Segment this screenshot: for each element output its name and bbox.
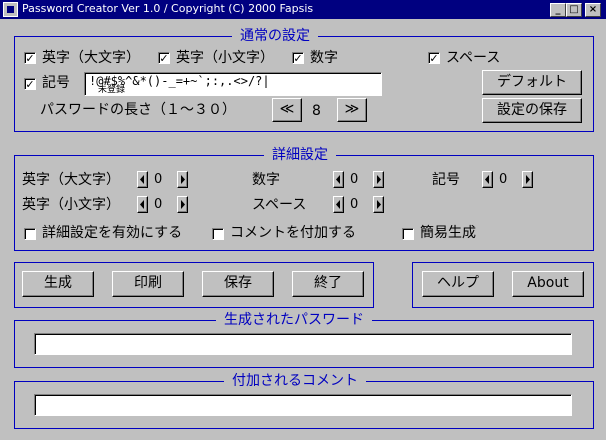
symbol-input[interactable]: !@#$%^&*()-_=+~`;:,.<>/?| 未登録 [84,72,382,96]
space-label: スペース [446,50,501,66]
window-title: Password Creator Ver 1.0 / Copyright (C)… [22,2,314,15]
add-comment-label: コメントを付加する [230,225,356,241]
simple-generate-label: 簡易生成 [420,225,476,241]
detail-space-label: スペース [252,197,307,213]
detail-lower-value: 0 [154,197,163,212]
digits-checkbox[interactable]: ✓ [292,52,304,64]
detail-settings-title: 詳細設定 [264,147,336,163]
normal-settings-title: 通常の設定 [232,28,318,44]
upper-label: 英字（大文字） [42,50,140,66]
detail-lower-label: 英字（小文字） [22,197,120,213]
right-arrow-icon [526,175,530,184]
upper-checkbox[interactable]: ✓ [24,52,36,64]
detail-upper-label: 英字（大文字） [22,172,120,188]
detail-digits-increase[interactable] [373,171,384,188]
enable-detail-checkbox[interactable] [24,228,36,240]
about-button[interactable]: About [512,271,584,297]
add-comment-checkbox[interactable] [212,228,224,240]
exit-button[interactable]: 終了 [292,271,364,297]
comment-field[interactable] [34,394,572,416]
right-arrow-icon [377,175,381,184]
minimize-button[interactable]: _ [550,3,566,17]
detail-lower-decrease[interactable] [137,196,148,213]
maximize-button[interactable]: □ [566,3,582,17]
detail-symbol-label: 記号 [432,172,460,188]
detail-symbol-decrease[interactable] [482,171,493,188]
symbol-checkbox[interactable]: ✓ [24,78,36,90]
app-icon [3,2,18,17]
left-arrow-icon [140,200,144,209]
detail-symbol-value: 0 [499,172,508,187]
digits-label: 数字 [310,50,338,66]
detail-digits-label: 数字 [252,172,280,188]
detail-space-decrease[interactable] [333,196,344,213]
right-arrow-icon [377,200,381,209]
right-arrow-icon [181,200,185,209]
left-arrow-icon [485,175,489,184]
left-arrow-icon [336,200,340,209]
detail-digits-value: 0 [350,172,359,187]
detail-upper-increase[interactable] [177,171,188,188]
length-label: パスワードの長さ（１～３０） [40,102,236,118]
length-decrease-button[interactable]: ≪ [272,98,302,122]
length-value: 8 [312,103,321,119]
detail-lower-increase[interactable] [177,196,188,213]
detail-upper-value: 0 [154,172,163,187]
generated-password-field[interactable] [34,333,572,355]
left-arrow-icon [336,175,340,184]
detail-symbol-increase[interactable] [522,171,533,188]
print-button[interactable]: 印刷 [112,271,184,297]
title-bar[interactable]: Password Creator Ver 1.0 / Copyright (C)… [0,0,606,19]
simple-generate-checkbox[interactable] [402,228,414,240]
help-button[interactable]: ヘルプ [422,271,494,297]
detail-space-value: 0 [350,197,359,212]
generated-password-title: 生成されたパスワード [216,312,372,328]
close-button[interactable]: × [585,3,601,17]
right-arrow-icon [181,175,185,184]
enable-detail-label: 詳細設定を有効にする [42,225,183,241]
default-button[interactable]: デフォルト [482,70,582,95]
save-settings-button[interactable]: 設定の保存 [482,98,582,123]
save-button[interactable]: 保存 [202,271,274,297]
lower-checkbox[interactable]: ✓ [158,52,170,64]
lower-label: 英字（小文字） [176,50,274,66]
detail-digits-decrease[interactable] [333,171,344,188]
detail-upper-decrease[interactable] [137,171,148,188]
length-increase-button[interactable]: ≫ [337,98,367,122]
detail-space-increase[interactable] [373,196,384,213]
space-checkbox[interactable]: ✓ [428,52,440,64]
comment-title: 付加されるコメント [224,373,366,389]
generate-button[interactable]: 生成 [22,271,94,297]
left-arrow-icon [140,175,144,184]
ime-status-hint: 未登録 [98,85,126,95]
symbol-label: 記号 [42,75,70,91]
